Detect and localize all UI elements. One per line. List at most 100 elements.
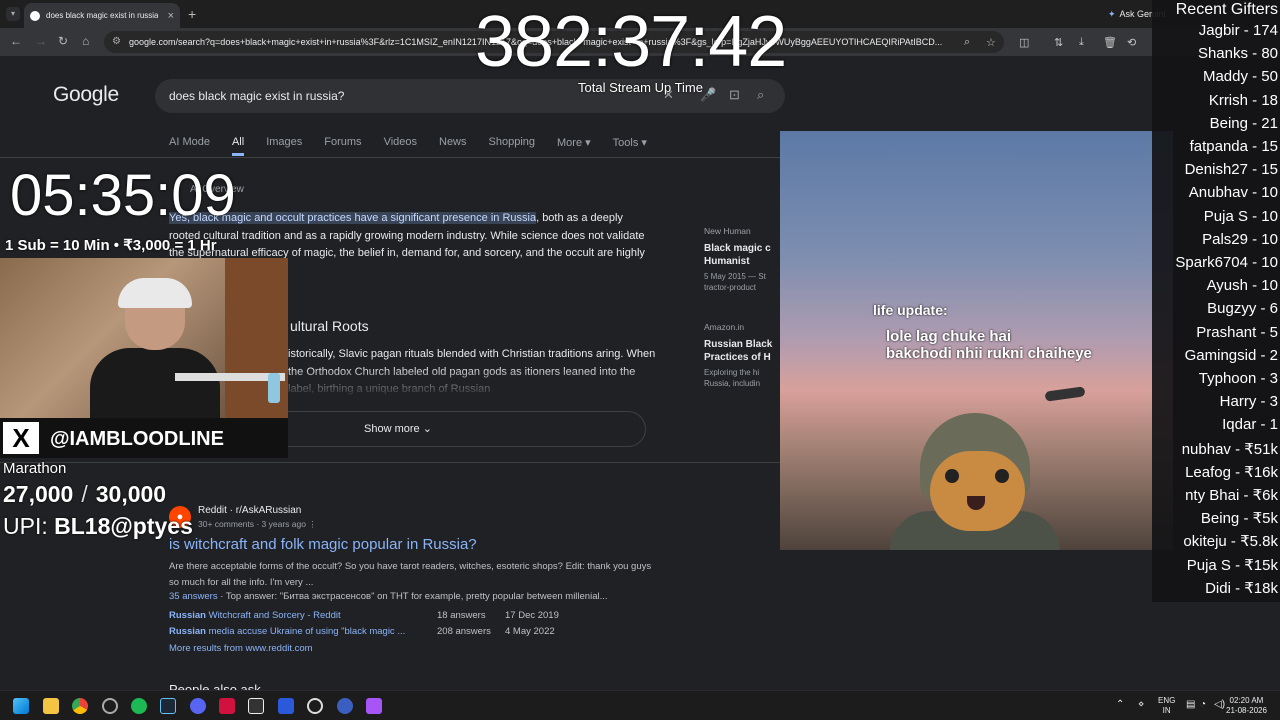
upi-info: UPI: BL18@ptyes [3, 513, 193, 540]
cat-face-shape [930, 451, 1025, 531]
source-title: Black magic c Humanist [704, 243, 771, 267]
file-explorer-icon[interactable] [43, 698, 59, 714]
app-icon[interactable] [366, 698, 382, 714]
browser-tab[interactable]: does black magic exist in russia × [24, 3, 180, 28]
tab-shopping[interactable]: Shopping [489, 136, 536, 156]
lens-search-icon[interactable]: ⊡ [729, 87, 740, 103]
tab-ai-mode[interactable]: AI Mode [169, 136, 210, 156]
download-icon[interactable]: ⤓ [1079, 36, 1084, 49]
discord-icon[interactable] [190, 698, 206, 714]
volume-icon[interactable]: ◁) [1214, 700, 1225, 710]
stream-uptime-timer: 382:37:42 [475, 2, 787, 82]
tab-all[interactable]: All [231, 136, 245, 156]
reload-icon[interactable]: ↻ [58, 34, 68, 48]
back-icon[interactable]: ← [10, 34, 22, 48]
valorant-icon[interactable] [219, 698, 235, 714]
app-icon[interactable] [337, 698, 353, 714]
fighter-jet-shape [1044, 386, 1086, 402]
source-snippet: 5 May 2015 — St tractor-product [704, 272, 766, 292]
epic-games-icon[interactable] [248, 698, 264, 714]
reddit-source[interactable]: Reddit · r/AskARussian [198, 505, 301, 516]
upi-id: BL18@ptyes [54, 513, 193, 539]
meme-line-3: bakchodi nhii rukni chaiheye [886, 345, 1092, 362]
more-options-icon[interactable]: ⋮ [308, 519, 317, 529]
extension-icon[interactable]: ⇅ [1054, 36, 1063, 49]
gifters-title: Recent Gifters [1175, 1, 1278, 18]
language-indicator[interactable]: ENG IN [1158, 696, 1175, 716]
tab-search-icon[interactable]: ▾ [6, 7, 20, 21]
upi-label: UPI: [3, 513, 55, 539]
tab-more[interactable]: More ▾ [557, 136, 591, 156]
subathon-timer: 05:35:09 [10, 163, 236, 228]
tray-mic-icon[interactable]: ⋄ [1138, 700, 1144, 710]
related-thread-answers: 18 answers [437, 610, 486, 621]
meme-caption-1: life update: [873, 302, 948, 318]
tab-tools-label: Tools [612, 137, 639, 149]
source-card[interactable]: Amazon.in Russian Black Practices of H E… [704, 322, 784, 389]
reddit-meta: 30+ comments · 3 years ago ⋮ [198, 519, 317, 530]
reddit-snippet: Are there acceptable forms of the occult… [169, 561, 652, 588]
gifter-entry: Pals29 - 10 [1202, 230, 1278, 248]
related-thread-row[interactable]: Russian Witchcraft and Sorcery - Reddit 1… [169, 610, 559, 621]
tab-news[interactable]: News [439, 136, 467, 156]
delete-icon[interactable]: 🗑 [1103, 36, 1117, 49]
region-code: IN [1162, 706, 1171, 715]
app-icon[interactable] [278, 698, 294, 714]
steam-icon[interactable] [160, 698, 176, 714]
sub-goal: 27,000 / 30,000 [3, 481, 166, 508]
related-thread-row[interactable]: Russian media accuse Ukraine of using "b… [169, 626, 555, 637]
chevron-down-icon: ⌄ [422, 423, 432, 435]
related-thread-title-bold: Russian [169, 610, 206, 621]
reddit-result-title[interactable]: is witchcraft and folk magic popular in … [169, 536, 477, 553]
tab-videos[interactable]: Videos [384, 136, 417, 156]
close-tab-icon[interactable]: × [168, 10, 174, 22]
source-card[interactable]: New Human Black magic c Humanist 5 May 2… [704, 226, 784, 293]
webcam-feed [0, 258, 288, 418]
network-icon[interactable]: ◔ [1200, 700, 1206, 710]
tab-images[interactable]: Images [266, 136, 302, 156]
gifter-entry: Leafog - ₹16k [1185, 463, 1278, 481]
related-thread-date: 17 Dec 2019 [505, 610, 559, 621]
gifter-entry: fatpanda - 15 [1189, 138, 1278, 155]
tab-forums[interactable]: Forums [324, 136, 361, 156]
screen: ▾ does black magic exist in russia × + ✦… [0, 0, 1280, 720]
home-icon[interactable]: ⌂ [82, 34, 89, 48]
extensions-icon[interactable]: ◫ [1019, 36, 1029, 49]
tray-chevron-icon[interactable]: ⌃ [1116, 700, 1124, 710]
search-input[interactable]: does black magic exist in russia? [169, 89, 344, 103]
gifter-entry: nubhav - ₹51k [1181, 440, 1278, 458]
app-icon[interactable] [307, 698, 323, 714]
meme-image: life update: lole lag chuke hai bakchodi … [780, 131, 1173, 550]
clock[interactable]: 02:20 AM 21-08-2026 [1226, 696, 1267, 716]
forward-icon[interactable]: → [35, 34, 47, 48]
source-site: Amazon.in [704, 322, 745, 332]
tab-more-label: More [557, 137, 583, 149]
start-icon[interactable] [13, 698, 29, 714]
clock-date: 21-08-2026 [1226, 706, 1267, 715]
gifter-entry: okiteju - ₹5.8k [1183, 533, 1278, 551]
site-info-icon[interactable]: ⚙ [112, 31, 121, 53]
recent-gifters-panel: Recent Gifters Jagbir - 174 Shanks - 80 Ma… [1152, 0, 1280, 602]
spotify-icon[interactable] [131, 698, 147, 714]
notes-icon[interactable]: ▤ [1186, 700, 1195, 710]
answers-count[interactable]: 35 answers [169, 591, 218, 602]
more-results-link[interactable]: More results from www.reddit.com [169, 643, 313, 654]
translate-icon[interactable]: ⟲ [1127, 36, 1136, 49]
x-logo-icon: X [3, 422, 39, 454]
gifter-entry: Krrish - 18 [1208, 91, 1278, 109]
new-tab-icon[interactable]: + [188, 6, 196, 22]
tab-tools[interactable]: Tools ▾ [613, 136, 647, 156]
search-icon[interactable]: ⌕ [757, 87, 764, 103]
zoom-icon[interactable]: ⌕ [964, 36, 970, 49]
gifter-entry: Shanks - 80 [1197, 45, 1278, 63]
obs-icon[interactable] [102, 698, 118, 714]
gifter-entry: Anubhav - 10 [1188, 184, 1278, 202]
bookmark-star-icon[interactable]: ☆ [986, 36, 996, 49]
google-favicon-icon [30, 10, 40, 21]
chrome-icon[interactable] [72, 698, 88, 714]
tabs-divider [0, 157, 780, 158]
social-handle: @IAMBLOODLINE [50, 428, 224, 450]
related-thread-title: Russian Witchcraft and Sorcery - Reddit [169, 610, 437, 621]
google-logo[interactable]: Google [53, 83, 119, 107]
meme-caption-2: lole lag chuke hai bakchodi nhii rukni ch… [886, 328, 1092, 362]
